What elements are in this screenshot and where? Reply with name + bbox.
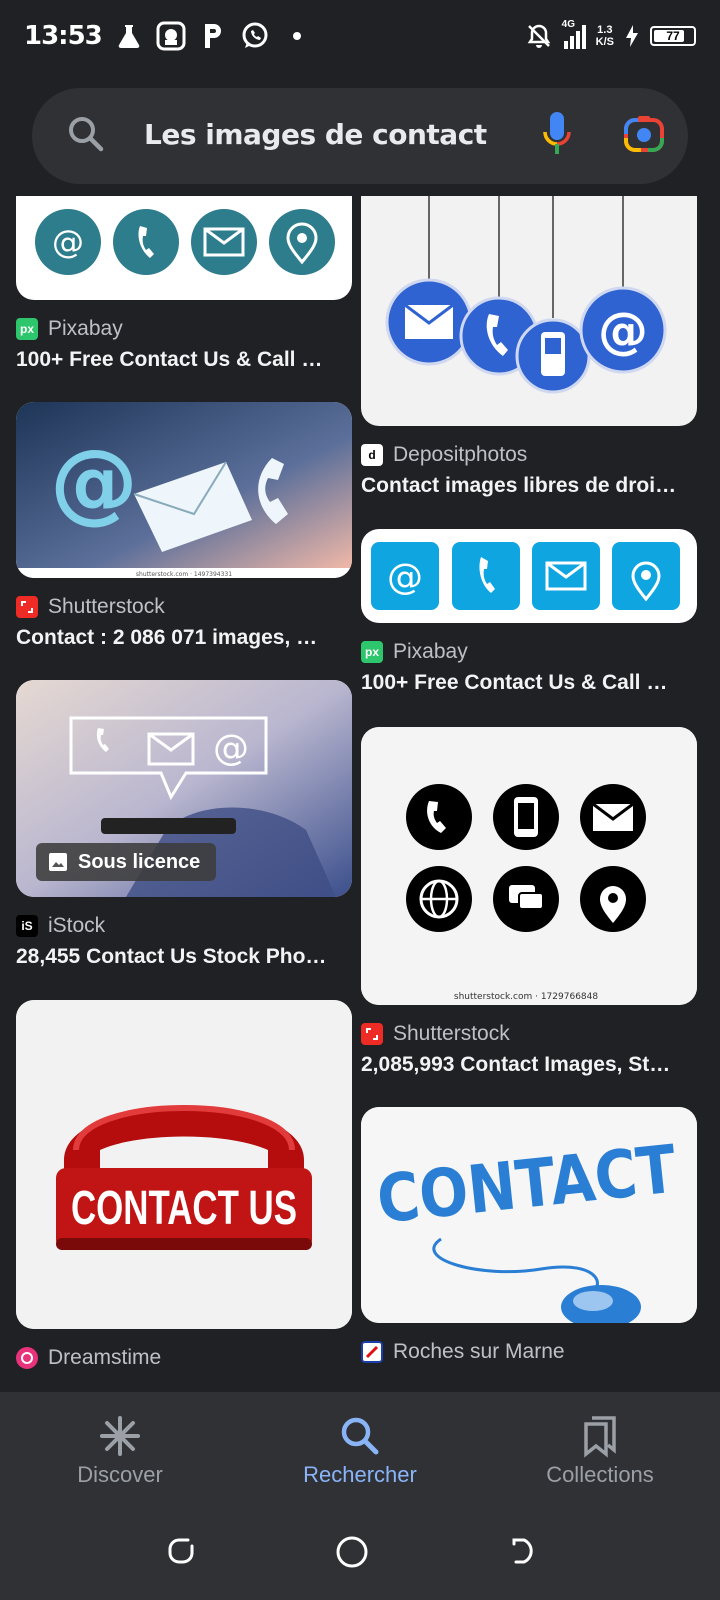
- collections-bookmark-icon: [584, 1416, 616, 1458]
- result-title[interactable]: 100+ Free Contact Us & Call …: [16, 348, 336, 372]
- result-card-istock[interactable]: @ Sous licence iS iStock 28,455 Contact …: [16, 680, 352, 969]
- svg-text:@: @: [213, 728, 249, 769]
- svg-text:@: @: [52, 223, 84, 261]
- result-card-pixabay-2[interactable]: @ px Pixabay 100+ Free Contact Us & Call…: [361, 529, 697, 695]
- result-source: Dreamstime: [48, 1346, 162, 1369]
- dot-icon: [282, 21, 312, 51]
- result-image[interactable]: @: [16, 196, 352, 300]
- shutterstock-favicon: [16, 596, 38, 618]
- result-card-shutterstock-1[interactable]: @ shutterstock.com · 1497394331 Shutters…: [16, 402, 352, 650]
- nav-collections-label: Collections: [546, 1462, 654, 1487]
- result-image[interactable]: @: [361, 529, 697, 623]
- result-image[interactable]: shutterstock.com · 1729766848: [361, 727, 697, 1005]
- result-card-pixabay-1[interactable]: @ px Pixabay 100+ Free Contact Us & Call…: [16, 196, 352, 372]
- svg-text:@: @: [598, 302, 648, 360]
- result-title[interactable]: Contact : 2 086 071 images, …: [16, 626, 336, 650]
- microphone-icon[interactable]: [542, 110, 572, 165]
- speed-unit: K/S: [595, 36, 614, 48]
- nav-discover[interactable]: Discover: [0, 1392, 240, 1502]
- battery-icon: 77: [650, 26, 696, 46]
- pixabay-favicon: px: [361, 641, 383, 663]
- mute-bell-icon: [524, 21, 554, 51]
- back-button-icon[interactable]: [510, 1536, 540, 1571]
- result-image[interactable]: CONTACT: [361, 1107, 697, 1323]
- roches-sur-marne-favicon: [361, 1341, 383, 1363]
- app-notification-icon: [156, 21, 186, 51]
- svg-text:@: @: [50, 430, 138, 533]
- result-image[interactable]: @ shutterstock.com · 1497394331: [16, 402, 352, 578]
- result-title[interactable]: 28,455 Contact Us Stock Pho…: [16, 945, 336, 969]
- image-watermark: shutterstock.com · 1497394331: [136, 571, 232, 578]
- whatsapp-icon: [240, 21, 270, 51]
- search-query[interactable]: Les images de contact: [144, 118, 487, 151]
- result-source: Pixabay: [48, 317, 123, 340]
- status-time: 13:53: [24, 21, 103, 51]
- shutterstock-favicon: [361, 1023, 383, 1045]
- bottom-navigation: Discover Rechercher Collections: [0, 1392, 720, 1502]
- svg-text:@: @: [387, 557, 423, 598]
- result-source: iStock: [48, 914, 106, 937]
- image-results-grid: @ px Pixabay 100+ Free Contact Us & Call…: [0, 196, 720, 1392]
- depositphotos-favicon: d: [361, 444, 383, 466]
- status-bar: 13:53 4G 1.3 K/S 77: [0, 0, 720, 72]
- result-title[interactable]: Contact images libres de droi…: [361, 474, 681, 498]
- license-badge-label: Sous licence: [78, 850, 201, 873]
- search-icon: [341, 1417, 379, 1455]
- result-source: Shutterstock: [48, 595, 165, 618]
- search-bar[interactable]: Les images de contact: [32, 88, 688, 184]
- lens-camera-icon[interactable]: [622, 114, 666, 159]
- license-badge: Sous licence: [36, 843, 217, 881]
- result-card-roches-sur-marne[interactable]: CONTACT Roches sur Marne: [361, 1107, 697, 1365]
- nav-search-label: Rechercher: [303, 1462, 417, 1487]
- result-source: Pixabay: [393, 640, 468, 663]
- network-speed: 1.3 K/S: [596, 24, 614, 48]
- image-watermark: shutterstock.com · 1729766848: [454, 992, 598, 1002]
- home-button-icon[interactable]: [336, 1536, 368, 1573]
- istock-favicon: iS: [16, 915, 38, 937]
- system-navigation-bar: [0, 1502, 720, 1600]
- result-card-shutterstock-2[interactable]: shutterstock.com · 1729766848 Shuttersto…: [361, 727, 697, 1077]
- result-source: Depositphotos: [393, 443, 528, 466]
- charging-icon: [624, 21, 640, 51]
- result-title[interactable]: 2,085,993 Contact Images, St…: [361, 1053, 681, 1077]
- image-caption: CONTACT US: [71, 1182, 297, 1235]
- flask-icon: [114, 21, 144, 51]
- nav-discover-label: Discover: [77, 1462, 163, 1487]
- speed-value: 1.3: [597, 24, 613, 36]
- result-image[interactable]: CONTACT US: [16, 1000, 352, 1329]
- discover-asterisk-icon: [100, 1416, 140, 1456]
- pixabay-favicon: px: [16, 318, 38, 340]
- parking-icon: [198, 21, 228, 51]
- battery-level: 77: [666, 29, 680, 43]
- network-type: 4G: [561, 19, 575, 30]
- result-card-depositphotos[interactable]: @ d Depositphotos Contact images libres …: [361, 196, 697, 498]
- dreamstime-favicon: [16, 1347, 38, 1369]
- nav-search[interactable]: Rechercher: [240, 1392, 480, 1502]
- search-icon: [66, 114, 106, 159]
- recent-apps-icon[interactable]: [166, 1536, 196, 1571]
- nav-collections[interactable]: Collections: [480, 1392, 720, 1502]
- image-icon: [49, 853, 67, 871]
- result-image[interactable]: @: [361, 196, 697, 426]
- result-source: Shutterstock: [393, 1022, 510, 1045]
- result-title[interactable]: 100+ Free Contact Us & Call …: [361, 671, 681, 695]
- result-card-dreamstime[interactable]: CONTACT US Dreamstime: [16, 1000, 352, 1371]
- signal-icon: 4G: [562, 19, 586, 49]
- result-image[interactable]: @ Sous licence: [16, 680, 352, 897]
- result-source: Roches sur Marne: [393, 1340, 565, 1363]
